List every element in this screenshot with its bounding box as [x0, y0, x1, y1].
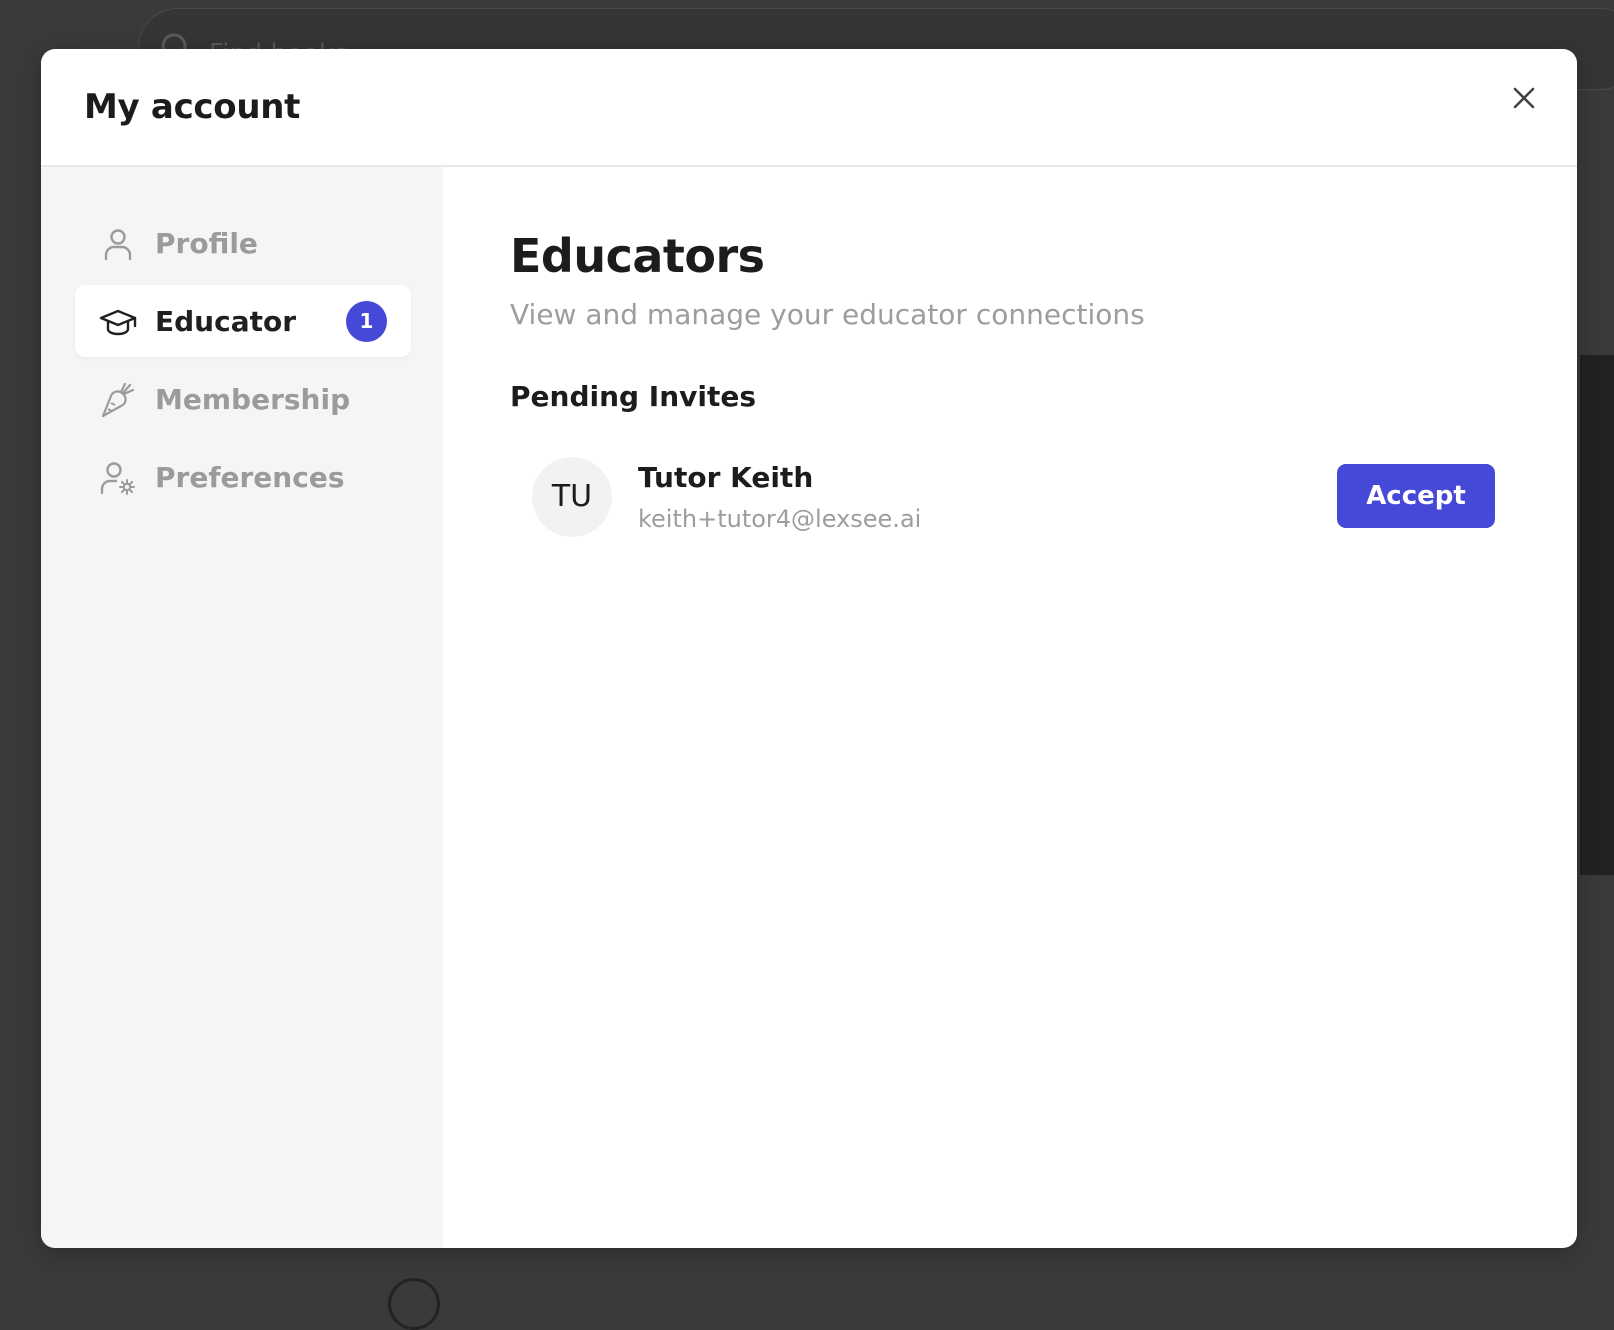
- sidebar-item-label: Educator: [155, 305, 297, 338]
- background-panel: [1580, 355, 1614, 875]
- avatar: TU: [532, 457, 612, 537]
- account-sidebar: Profile Educator 1 Membership Preference…: [41, 167, 443, 1248]
- page-title: Educators: [510, 229, 765, 283]
- graduation-cap-icon: [99, 309, 137, 336]
- sidebar-item-educator[interactable]: Educator 1: [75, 285, 411, 357]
- my-account-modal: My account Profile Educator 1 Membership…: [41, 49, 1577, 1248]
- sidebar-item-profile[interactable]: Profile: [75, 207, 411, 279]
- notification-badge: 1: [346, 301, 387, 342]
- user-settings-icon: [100, 462, 135, 495]
- sidebar-item-preferences[interactable]: Preferences: [75, 441, 411, 513]
- page-subtitle: View and manage your educator connection…: [510, 298, 1145, 331]
- invite-row: TU Tutor Keith keith+tutor4@lexsee.ai Ac…: [510, 457, 1495, 539]
- modal-title: My account: [84, 87, 301, 127]
- modal-header: My account: [41, 49, 1577, 167]
- sidebar-item-label: Membership: [155, 383, 351, 416]
- user-icon: [104, 229, 132, 261]
- background-avatar: [388, 1278, 440, 1330]
- invite-email: keith+tutor4@lexsee.ai: [638, 505, 922, 533]
- sidebar-item-label: Profile: [155, 227, 258, 260]
- sidebar-item-membership[interactable]: Membership: [75, 363, 411, 435]
- pending-invites-heading: Pending Invites: [510, 380, 757, 413]
- accept-button[interactable]: Accept: [1337, 464, 1495, 528]
- sidebar-item-label: Preferences: [155, 461, 345, 494]
- carrot-icon: [101, 382, 135, 418]
- invite-name: Tutor Keith: [638, 461, 814, 494]
- main-content: Educators View and manage your educator …: [443, 167, 1577, 1248]
- close-icon[interactable]: [1507, 81, 1541, 115]
